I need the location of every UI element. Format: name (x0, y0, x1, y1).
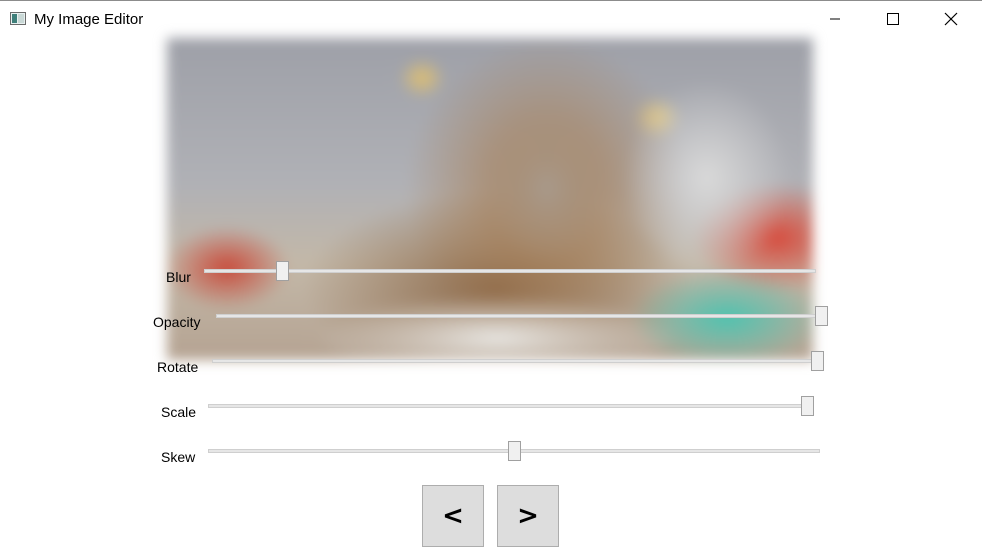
scale-slider-track[interactable] (208, 404, 814, 408)
rotate-slider-track[interactable] (212, 359, 824, 363)
blur-slider-track[interactable] (204, 269, 816, 273)
blur-slider-thumb[interactable] (275, 261, 289, 281)
opacity-label: Opacity (153, 314, 201, 330)
scale-label: Scale (161, 404, 197, 420)
minimize-icon (830, 18, 840, 20)
skew-label: Skew (161, 449, 196, 465)
minimize-button[interactable] (812, 1, 858, 37)
title-bar[interactable]: My Image Editor (0, 1, 982, 37)
next-image-button[interactable]: > (497, 485, 559, 547)
app-icon (10, 12, 26, 25)
blur-label: Blur (166, 269, 191, 285)
close-button[interactable] (928, 1, 974, 37)
window-title: My Image Editor (34, 11, 144, 28)
rotate-slider-thumb[interactable] (811, 351, 824, 371)
maximize-icon (887, 13, 899, 25)
rotate-label: Rotate (157, 359, 199, 375)
previous-image-button[interactable]: < (422, 485, 484, 547)
opacity-slider-track[interactable] (216, 314, 828, 318)
maximize-button[interactable] (870, 1, 916, 37)
scale-slider-thumb[interactable] (801, 396, 814, 416)
close-icon (944, 12, 958, 26)
skew-slider-thumb[interactable] (507, 441, 521, 461)
edited-image (167, 38, 813, 360)
opacity-slider-thumb[interactable] (815, 306, 828, 326)
